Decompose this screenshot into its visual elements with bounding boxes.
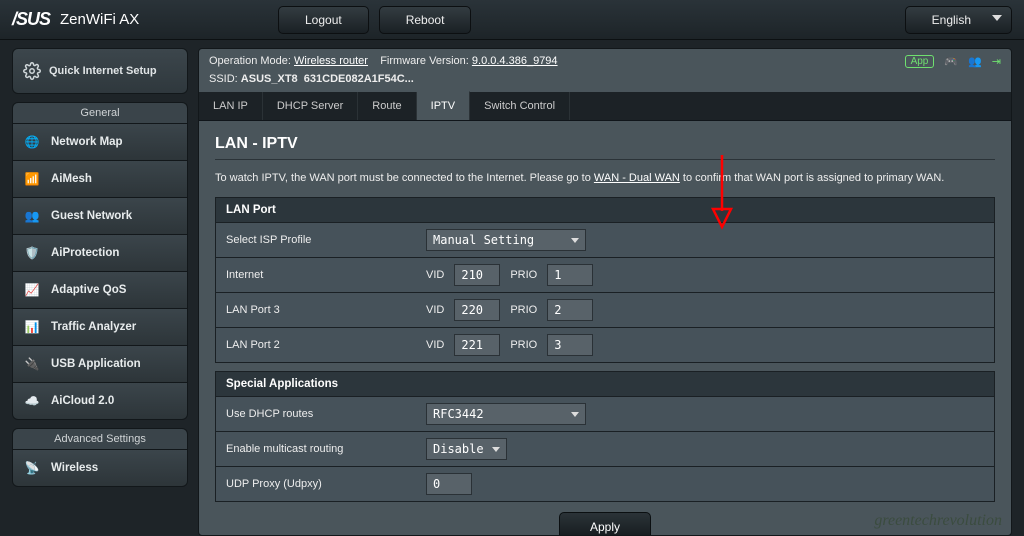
brand-logo: /SUS — [12, 9, 50, 30]
multicast-select[interactable]: Disable — [426, 438, 507, 460]
gear-icon — [23, 62, 41, 80]
fw-label: Firmware Version: — [380, 55, 469, 67]
port-row: LAN Port 3 VID PRIO — [215, 293, 995, 328]
page-title: LAN - IPTV — [215, 135, 995, 153]
prio-input[interactable] — [547, 264, 593, 286]
sidebar: Quick Internet Setup General 🌐 Network Ma… — [12, 48, 188, 536]
sidebar-section-advanced: Advanced Settings — [12, 428, 188, 449]
reboot-button[interactable]: Reboot — [379, 6, 472, 34]
udpxy-input[interactable] — [426, 473, 472, 495]
usb-icon[interactable]: ⇥ — [992, 55, 1001, 68]
nav-label: Network Map — [51, 136, 123, 148]
vid-input[interactable] — [454, 299, 500, 321]
nav-label: Guest Network — [51, 210, 132, 222]
tab-dhcp-server[interactable]: DHCP Server — [263, 92, 358, 120]
dhcp-routes-select[interactable]: RFC3442 — [426, 403, 586, 425]
sidebar-item-guest-network[interactable]: 👥 Guest Network — [12, 198, 188, 235]
multicast-label: Enable multicast routing — [216, 435, 416, 463]
fw-link[interactable]: 9.0.0.4.386_9794 — [472, 55, 558, 67]
product-name: ZenWiFi AX — [60, 11, 139, 28]
sidebar-item-traffic-analyzer[interactable]: 📊 Traffic Analyzer — [12, 309, 188, 346]
nav-icon: 🌐 — [23, 133, 41, 151]
ssid-value-1: ASUS_XT8 — [241, 73, 298, 85]
sidebar-item-network-map[interactable]: 🌐 Network Map — [12, 123, 188, 161]
tabs: LAN IPDHCP ServerRouteIPTVSwitch Control — [199, 92, 1011, 121]
nav-icon: 📶 — [23, 170, 41, 188]
nav-label: Adaptive QoS — [51, 284, 126, 296]
tab-lan-ip[interactable]: LAN IP — [199, 92, 263, 120]
vid-input[interactable] — [454, 334, 500, 356]
nav-label: Traffic Analyzer — [51, 321, 136, 333]
tab-route[interactable]: Route — [358, 92, 416, 120]
port-label: LAN Port 3 — [216, 296, 416, 324]
sidebar-item-aicloud-2.0[interactable]: ☁️ AiCloud 2.0 — [12, 383, 188, 420]
prio-input[interactable] — [547, 299, 593, 321]
sidebar-item-usb-application[interactable]: 🔌 USB Application — [12, 346, 188, 383]
nav-icon: 📊 — [23, 318, 41, 336]
apply-button[interactable]: Apply — [559, 512, 651, 535]
nav-label: AiMesh — [51, 173, 92, 185]
port-label: Internet — [216, 261, 416, 289]
lan-port-header: LAN Port — [215, 197, 995, 223]
nav-label: AiCloud 2.0 — [51, 395, 114, 407]
chevron-down-icon — [992, 15, 1002, 21]
prio-label: PRIO — [510, 304, 537, 316]
sidebar-item-aimesh[interactable]: 📶 AiMesh — [12, 161, 188, 198]
sidebar-section-general: General — [12, 102, 188, 123]
nav-label: AiProtection — [51, 247, 119, 259]
nav-label: Wireless — [51, 462, 98, 474]
ssid-value-2: 631CDE082A1F54C... — [304, 73, 414, 85]
isp-profile-label: Select ISP Profile — [216, 226, 416, 254]
top-bar: /SUS ZenWiFi AX Logout Reboot English — [0, 0, 1024, 40]
nav-icon: 🛡️ — [23, 244, 41, 262]
wan-dual-wan-link[interactable]: WAN - Dual WAN — [594, 172, 680, 184]
qis-label: Quick Internet Setup — [49, 65, 157, 77]
ssid-label: SSID: — [209, 73, 238, 85]
gamepad-icon[interactable]: 🎮 — [944, 55, 958, 68]
app-link[interactable]: App — [905, 55, 935, 68]
isp-profile-select[interactable]: Manual Setting — [426, 229, 586, 251]
udpxy-label: UDP Proxy (Udpxy) — [216, 470, 416, 498]
nav-icon: 👥 — [23, 207, 41, 225]
special-apps-header: Special Applications — [215, 371, 995, 397]
sidebar-item-adaptive-qos[interactable]: 📈 Adaptive QoS — [12, 272, 188, 309]
logout-button[interactable]: Logout — [278, 6, 369, 34]
vid-input[interactable] — [454, 264, 500, 286]
tab-iptv[interactable]: IPTV — [417, 91, 470, 120]
prio-label: PRIO — [510, 339, 537, 351]
sidebar-item-wireless[interactable]: 📡 Wireless — [12, 449, 188, 487]
port-row: LAN Port 2 VID PRIO — [215, 328, 995, 363]
vid-label: VID — [426, 304, 444, 316]
vid-label: VID — [426, 339, 444, 351]
sidebar-item-aiprotection[interactable]: 🛡️ AiProtection — [12, 235, 188, 272]
users-icon[interactable]: 👥 — [968, 55, 982, 68]
op-mode-label: Operation Mode: — [209, 55, 291, 67]
nav-icon: 🔌 — [23, 355, 41, 373]
dhcp-routes-label: Use DHCP routes — [216, 400, 416, 428]
wifi-icon: 📡 — [23, 459, 41, 477]
quick-internet-setup[interactable]: Quick Internet Setup — [12, 48, 188, 94]
vid-label: VID — [426, 269, 444, 281]
prio-input[interactable] — [547, 334, 593, 356]
prio-label: PRIO — [510, 269, 537, 281]
nav-icon: ☁️ — [23, 392, 41, 410]
info-bar: Operation Mode: Wireless router Firmware… — [199, 49, 1011, 92]
port-label: LAN Port 2 — [216, 331, 416, 359]
page-description: To watch IPTV, the WAN port must be conn… — [215, 170, 995, 187]
port-row: Internet VID PRIO — [215, 258, 995, 293]
nav-label: USB Application — [51, 358, 141, 370]
main-panel: Operation Mode: Wireless router Firmware… — [198, 48, 1012, 536]
nav-icon: 📈 — [23, 281, 41, 299]
tab-switch-control[interactable]: Switch Control — [470, 92, 570, 120]
op-mode-link[interactable]: Wireless router — [294, 55, 368, 67]
